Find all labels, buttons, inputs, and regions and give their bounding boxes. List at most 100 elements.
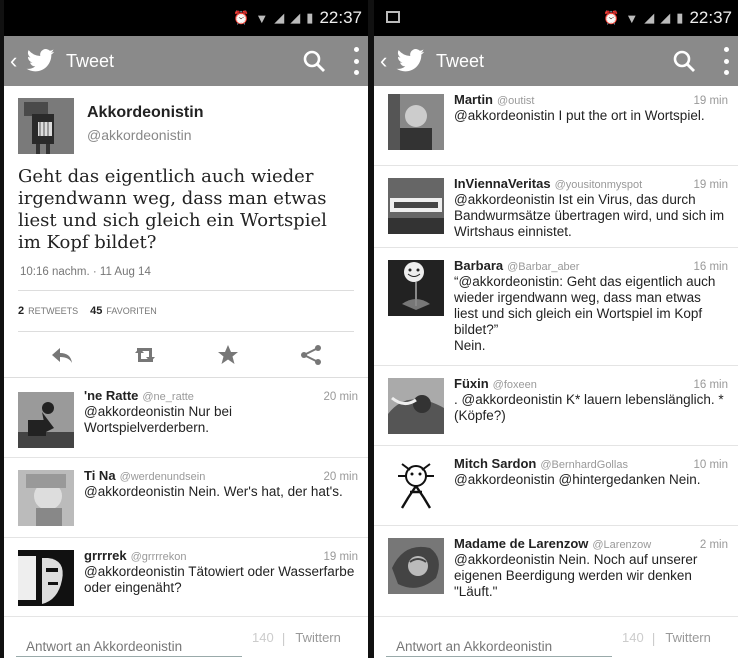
list-item[interactable]: Ti Na @werdenundsein 20 min @akkordeonisti…: [4, 458, 368, 538]
reply-author-handle: @ne_ratte: [142, 391, 194, 403]
reply-author-name[interactable]: grrrrek: [84, 548, 127, 563]
reply-compose-bar: Antwort an Akkordeonistin 140 | Twittern: [374, 616, 738, 658]
reply-author-name[interactable]: Barbara: [454, 258, 503, 273]
avatar[interactable]: [388, 538, 444, 594]
reply-author-name[interactable]: Madame de Larenzow: [454, 536, 588, 551]
reply-time: 10 min: [693, 459, 728, 471]
list-item[interactable]: Martin @outist 19 min @akkordeonistin I pu…: [374, 86, 738, 166]
reply-time: 16 min: [693, 261, 728, 273]
avatar[interactable]: [388, 94, 444, 150]
favorites-label[interactable]: FAVORITEN: [106, 306, 156, 316]
status-bar: ⏰ ▼ ◢ ◢ ▮ 22:37: [4, 0, 368, 36]
avatar[interactable]: [388, 456, 444, 512]
share-icon[interactable]: [298, 344, 324, 366]
tweet-timestamp: 10:16 nachm. · 11 Aug 14: [20, 266, 151, 278]
list-item[interactable]: InViennaVeritas @yousitonmyspot 19 min @ak…: [374, 166, 738, 248]
tweet-text: Geht das eigentlich auch wieder irgendwa…: [18, 166, 327, 253]
back-icon[interactable]: ‹: [380, 48, 394, 74]
retweets-label[interactable]: RETWEETS: [28, 306, 78, 316]
status-bar: ⏰ ▼ ◢ ◢ ▮ 22:37: [374, 0, 738, 36]
wifi-icon: ▼: [255, 10, 269, 26]
reply-author-name[interactable]: InViennaVeritas: [454, 176, 551, 191]
retweets-count[interactable]: 2: [18, 305, 24, 317]
avatar[interactable]: [388, 378, 444, 434]
alarm-icon: ⏰: [603, 10, 620, 25]
action-bar: ‹ Tweet: [374, 36, 738, 86]
avatar[interactable]: [18, 392, 74, 448]
reply-text: @akkordeonistin Tätowiert oder Wasserfar…: [84, 564, 355, 595]
reply-author-name[interactable]: Ti Na: [84, 468, 116, 483]
page-title: Tweet: [436, 50, 485, 71]
favorite-icon[interactable]: [215, 344, 241, 366]
list-item[interactable]: Füxin @foxeen 16 min . @akkordeonistin K* …: [374, 366, 738, 446]
reply-author-handle: @Larenzow: [592, 539, 652, 551]
reply-time: 19 min: [693, 95, 728, 107]
signal-icon: ◢: [644, 10, 655, 25]
reply-author-name[interactable]: 'ne Ratte: [84, 388, 138, 403]
overflow-menu-icon[interactable]: [354, 47, 360, 75]
character-count: 140: [252, 630, 274, 645]
reply-input[interactable]: Antwort an Akkordeonistin: [16, 633, 242, 657]
reply-text: “@akkordeonistin: Geht das eigentlich au…: [454, 274, 716, 353]
reply-author-handle: @outist: [497, 95, 535, 107]
battery-icon: ▮: [676, 10, 684, 25]
gallery-notification-icon: [386, 11, 400, 23]
reply-icon[interactable]: [49, 344, 75, 366]
reply-text: @akkordeonistin Nur bei Wortspielverderb…: [84, 404, 233, 435]
reply-text: @akkordeonistin Ist ein Virus, das durch…: [454, 192, 725, 239]
status-time: 22:37: [689, 8, 732, 27]
tweet-stats: 2 RETWEETS 45 FAVORITEN: [4, 291, 368, 331]
signal-icon: ◢: [274, 10, 285, 25]
wifi-icon: ▼: [625, 10, 639, 26]
reply-author-handle: @Barbar_aber: [507, 261, 580, 273]
back-icon[interactable]: ‹: [10, 48, 24, 74]
tweet-actions: [4, 332, 368, 378]
tweet-button[interactable]: Twittern: [665, 630, 711, 645]
avatar[interactable]: [388, 178, 444, 234]
twitter-bird-icon[interactable]: [26, 49, 56, 73]
reply-author-name[interactable]: Füxin: [454, 376, 489, 391]
author-handle: @akkordeonistin: [87, 127, 192, 143]
list-item[interactable]: Madame de Larenzow @Larenzow 2 min @akkord…: [374, 526, 738, 616]
reply-compose-bar: Antwort an Akkordeonistin 140 | Twittern: [4, 616, 368, 658]
left-phone-screen: ⏰ ▼ ◢ ◢ ▮ 22:37 ‹ Tweet Akkordeonistin @…: [4, 0, 368, 658]
overflow-menu-icon[interactable]: [724, 47, 730, 75]
reply-time: 2 min: [699, 539, 728, 551]
avatar[interactable]: [18, 470, 74, 526]
reply-time: 20 min: [323, 471, 358, 483]
avatar[interactable]: [18, 98, 74, 154]
divider: |: [651, 629, 656, 646]
signal-icon: ◢: [660, 10, 671, 25]
search-icon[interactable]: [302, 49, 326, 73]
list-item[interactable]: Barbara @Barbar_aber 16 min “@akkordeonist…: [374, 248, 738, 366]
reply-time: 19 min: [693, 179, 728, 191]
reply-text: @akkordeonistin Nein. Wer's hat, der hat…: [84, 484, 343, 499]
action-bar: ‹ Tweet: [4, 36, 368, 86]
reply-text: . @akkordeonistin K* lauern lebenslängli…: [454, 392, 724, 423]
reply-author-handle: @werdenundsein: [119, 471, 206, 483]
author-name[interactable]: Akkordeonistin: [87, 104, 203, 122]
reply-author-handle: @BernhardGollas: [540, 459, 628, 471]
reply-author-name[interactable]: Martin: [454, 92, 493, 107]
favorites-count[interactable]: 45: [90, 305, 102, 317]
search-icon[interactable]: [672, 49, 696, 73]
reply-author-name[interactable]: Mitch Sardon: [454, 456, 536, 471]
avatar[interactable]: [18, 550, 74, 606]
reply-text: @akkordeonistin I put the ort in Wortspi…: [454, 108, 705, 123]
reply-time: 16 min: [693, 379, 728, 391]
list-item[interactable]: Mitch Sardon @BernhardGollas 10 min @akkor…: [374, 446, 738, 526]
twitter-bird-icon[interactable]: [396, 49, 426, 73]
reply-author-handle: @yousitonmyspot: [554, 179, 643, 191]
status-time: 22:37: [319, 8, 362, 27]
right-phone-screen: ⏰ ▼ ◢ ◢ ▮ 22:37 ‹ Tweet Martin @outist 19 …: [374, 0, 738, 658]
list-item[interactable]: 'ne Ratte @ne_ratte 20 min @akkordeonistin…: [4, 378, 368, 458]
retweet-icon[interactable]: [132, 344, 158, 366]
reply-input[interactable]: Antwort an Akkordeonistin: [386, 633, 612, 657]
divider: |: [281, 629, 286, 646]
tweet-button[interactable]: Twittern: [295, 630, 341, 645]
reply-author-handle: @grrrrekon: [130, 551, 187, 563]
avatar[interactable]: [388, 260, 444, 316]
tweet-author[interactable]: Akkordeonistin @akkordeonistin: [4, 86, 368, 164]
reply-time: 20 min: [323, 391, 358, 403]
list-item[interactable]: grrrrek @grrrrekon 19 min @akkordeonistin …: [4, 538, 368, 620]
